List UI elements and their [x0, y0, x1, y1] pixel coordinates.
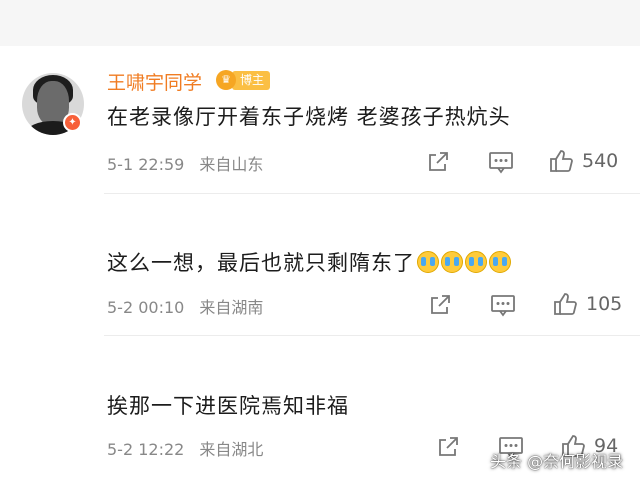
crying-face-icon [465, 251, 487, 273]
top-background-strip [0, 0, 640, 46]
comment-text-row: 这么一想，最后也就只剩隋东了 [107, 247, 511, 277]
share-button[interactable] [426, 150, 450, 174]
comment-text: 在老录像厅开着东子烧烤 老婆孩子热炕头 [107, 105, 511, 129]
crying-face-icon [489, 251, 511, 273]
comment-time: 5-2 00:10 [107, 298, 185, 317]
reply-button[interactable] [488, 150, 514, 174]
comment-divider [104, 335, 640, 336]
comment-time: 5-2 12:22 [107, 440, 185, 459]
comment-text: 这么一想，最后也就只剩隋东了 [107, 251, 415, 275]
crying-face-icon [417, 251, 439, 273]
crown-icon: ♛ [216, 70, 236, 90]
crying-face-icon [441, 251, 463, 273]
comment-icon [491, 295, 515, 317]
username[interactable]: 王啸宇同学 [107, 68, 202, 95]
like-count: 105 [586, 293, 623, 315]
like-button[interactable]: 540 [548, 148, 618, 174]
comment-meta: 5-2 00:10 来自湖南 [107, 294, 273, 318]
share-button[interactable] [428, 293, 452, 317]
like-button[interactable]: 105 [552, 291, 622, 317]
comment-meta: 5-2 12:22 来自湖北 [107, 436, 273, 460]
thumbs-up-icon [554, 293, 577, 315]
comment-text: 挨那一下进医院焉知非福 [107, 394, 349, 418]
comment-location: 来自湖北 [199, 440, 264, 459]
comment-location: 来自山东 [199, 155, 264, 174]
comment-icon [489, 152, 513, 174]
share-icon [431, 295, 450, 314]
like-count: 540 [582, 150, 619, 172]
owner-badge-label: 博主 [232, 70, 271, 90]
verified-badge-icon: ✦ [63, 113, 82, 132]
comment-time: 5-1 22:59 [107, 155, 185, 174]
comment-meta: 5-1 22:59 来自山东 [107, 151, 273, 175]
share-icon [429, 152, 448, 171]
thumbs-up-icon [550, 150, 573, 172]
share-button[interactable] [436, 435, 460, 459]
reply-button[interactable] [490, 293, 516, 317]
owner-badge: ♛ 博主 [216, 69, 271, 91]
watermark: 头条 @奈何影视录 [490, 452, 624, 471]
comment-location: 来自湖南 [199, 298, 264, 317]
share-icon [439, 437, 458, 456]
comment-divider [104, 193, 640, 194]
